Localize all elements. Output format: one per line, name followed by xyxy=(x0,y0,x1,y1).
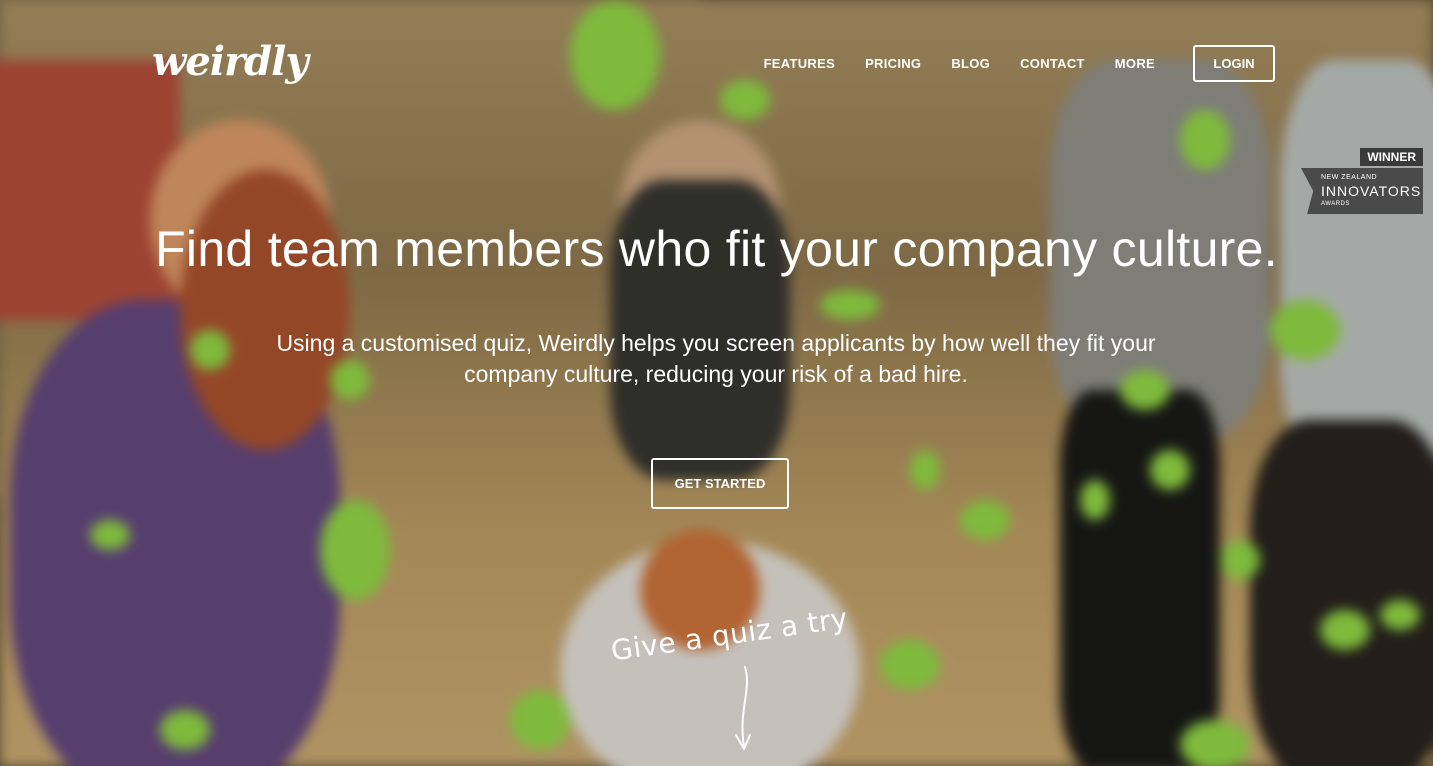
get-started-button[interactable]: GET STARTED xyxy=(651,458,789,509)
badge-winner-label: WINNER xyxy=(1360,148,1423,166)
hero-headline: Find team members who fit your company c… xyxy=(155,221,1278,277)
innovators-award-badge: WINNER NEW ZEALAND INNOVATORS AWARDS xyxy=(1289,148,1423,216)
hero-section: weirdly FEATURES PRICING BLOG CONTACT MO… xyxy=(0,0,1433,766)
badge-name: INNOVATORS xyxy=(1321,183,1422,199)
nav-item-blog[interactable]: BLOG xyxy=(951,56,990,71)
arrow-down-icon[interactable] xyxy=(730,665,760,755)
badge-region: NEW ZEALAND xyxy=(1321,174,1378,181)
badge-body: NEW ZEALAND INNOVATORS AWARDS xyxy=(1301,168,1423,214)
badge-awards: AWARDS xyxy=(1321,201,1350,207)
nav-item-more[interactable]: MORE xyxy=(1115,56,1155,71)
nav-item-features[interactable]: FEATURES xyxy=(764,56,836,71)
nav-item-contact[interactable]: CONTACT xyxy=(1020,56,1085,71)
weirdly-logo[interactable]: weirdly xyxy=(152,38,309,85)
hero-subtext: Using a customised quiz, Weirdly helps y… xyxy=(276,330,1156,387)
nav-item-pricing[interactable]: PRICING xyxy=(865,56,921,71)
login-button[interactable]: LOGIN xyxy=(1193,45,1275,82)
main-nav: FEATURES PRICING BLOG CONTACT MORE LOGIN xyxy=(734,45,1275,82)
